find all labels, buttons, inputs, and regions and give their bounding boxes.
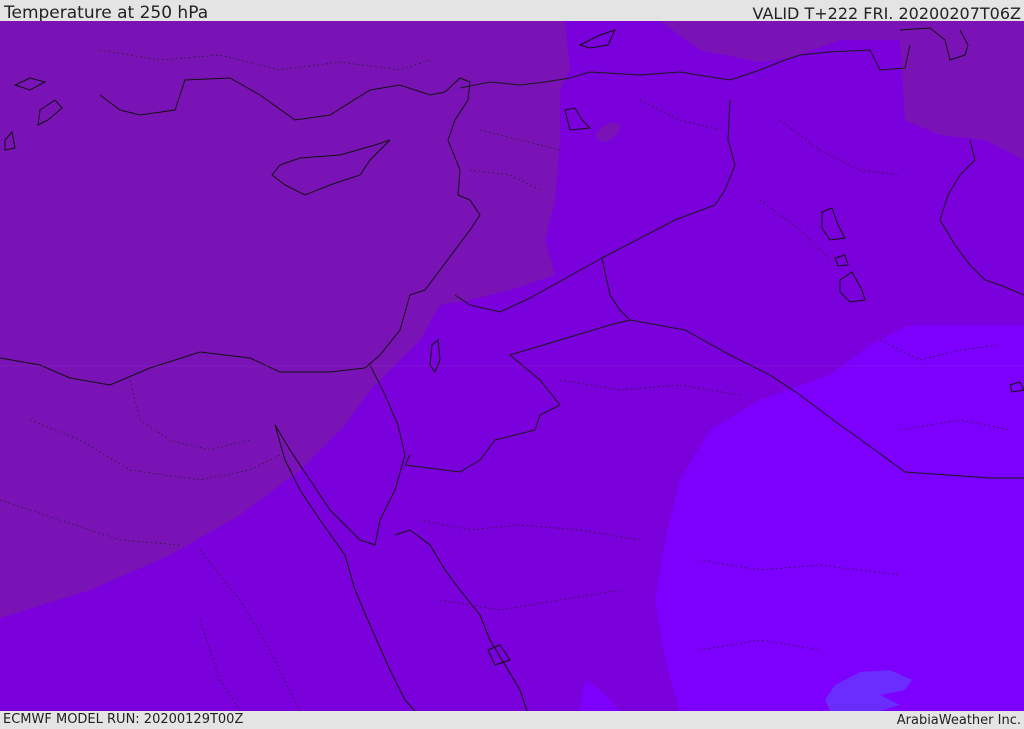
credit: ArabiaWeather Inc. — [896, 713, 1021, 728]
header-bar: Temperature at 250 hPa VALID T+222 FRI. … — [0, 0, 1024, 23]
footer-bar: ECMWF MODEL RUN: 20200129T00Z ArabiaWeat… — [0, 711, 1024, 729]
map-title: Temperature at 250 hPa — [4, 3, 209, 23]
map-canvas — [0, 21, 1024, 711]
model-run: ECMWF MODEL RUN: 20200129T00Z — [3, 712, 244, 727]
weather-map[interactable] — [0, 21, 1024, 711]
